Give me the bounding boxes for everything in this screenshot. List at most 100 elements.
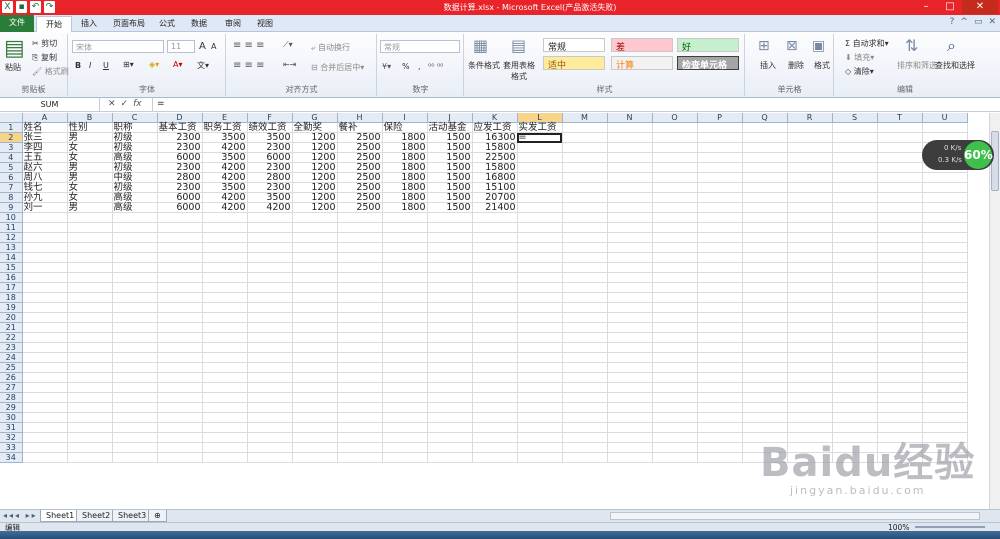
- cell[interactable]: 2500: [337, 192, 383, 203]
- row-header[interactable]: 27: [0, 382, 23, 393]
- cell[interactable]: [562, 192, 608, 203]
- cell[interactable]: [472, 272, 518, 283]
- cell[interactable]: [292, 252, 338, 263]
- column-header-T[interactable]: T: [877, 113, 923, 123]
- cell[interactable]: [517, 452, 563, 463]
- cell[interactable]: [247, 222, 293, 233]
- cell[interactable]: 1500: [427, 152, 473, 163]
- cell[interactable]: [742, 352, 788, 363]
- cell[interactable]: [697, 322, 743, 333]
- cell[interactable]: [607, 282, 653, 293]
- cell[interactable]: [877, 222, 923, 233]
- cell[interactable]: 1500: [427, 202, 473, 213]
- cell[interactable]: [247, 432, 293, 443]
- cell[interactable]: [652, 382, 698, 393]
- cell[interactable]: [742, 382, 788, 393]
- cell[interactable]: [877, 122, 923, 133]
- cell[interactable]: [562, 162, 608, 173]
- wrap-text-button[interactable]: ⤶ 自动换行: [311, 42, 350, 53]
- cell[interactable]: [22, 272, 68, 283]
- cell[interactable]: 男: [67, 172, 113, 183]
- cell[interactable]: [247, 392, 293, 403]
- cell[interactable]: [337, 212, 383, 223]
- cell[interactable]: [832, 282, 878, 293]
- help-icon[interactable]: ?: [950, 17, 955, 27]
- cell[interactable]: [832, 382, 878, 393]
- cell[interactable]: [157, 332, 203, 343]
- cell[interactable]: [157, 262, 203, 273]
- cell[interactable]: [832, 352, 878, 363]
- cell[interactable]: [607, 432, 653, 443]
- border-icon[interactable]: ⊞▾: [123, 60, 134, 69]
- cell[interactable]: [562, 242, 608, 253]
- sort-filter-icon[interactable]: ⇅: [905, 36, 918, 55]
- cell[interactable]: 2500: [337, 162, 383, 173]
- cell[interactable]: 1200: [292, 132, 338, 143]
- cell[interactable]: [877, 162, 923, 173]
- find-select-button[interactable]: 查找和选择: [935, 60, 975, 71]
- format-cells-button[interactable]: 格式: [814, 60, 830, 71]
- indent-icon[interactable]: ⇤⇥: [283, 60, 296, 69]
- cell[interactable]: [697, 312, 743, 323]
- cell[interactable]: [112, 282, 158, 293]
- tab-7[interactable]: 视图: [248, 16, 282, 32]
- cell[interactable]: [922, 382, 968, 393]
- cell[interactable]: [922, 282, 968, 293]
- cell[interactable]: [697, 272, 743, 283]
- cell[interactable]: [157, 252, 203, 263]
- cell[interactable]: [67, 242, 113, 253]
- cell[interactable]: [742, 412, 788, 423]
- cell[interactable]: [157, 382, 203, 393]
- cell[interactable]: 男: [67, 132, 113, 143]
- cell[interactable]: [562, 342, 608, 353]
- cell[interactable]: [112, 392, 158, 403]
- cell[interactable]: [787, 162, 833, 173]
- cell[interactable]: [607, 322, 653, 333]
- cell[interactable]: [742, 122, 788, 133]
- cell[interactable]: [832, 202, 878, 213]
- cell[interactable]: [922, 182, 968, 193]
- vertical-scrollbar[interactable]: [989, 113, 1000, 509]
- cell[interactable]: [22, 412, 68, 423]
- cell[interactable]: [652, 452, 698, 463]
- cell[interactable]: [22, 442, 68, 453]
- row-header[interactable]: 21: [0, 322, 23, 333]
- column-header-M[interactable]: M: [562, 113, 608, 123]
- cell[interactable]: 全勤奖: [292, 122, 338, 133]
- cell[interactable]: [607, 362, 653, 373]
- cell[interactable]: [607, 302, 653, 313]
- cell[interactable]: [607, 162, 653, 173]
- cell[interactable]: 1800: [382, 152, 428, 163]
- cell[interactable]: [202, 272, 248, 283]
- cell[interactable]: [742, 262, 788, 273]
- cell[interactable]: [337, 432, 383, 443]
- cell[interactable]: [922, 122, 968, 133]
- cell[interactable]: [742, 232, 788, 243]
- cell[interactable]: [877, 172, 923, 183]
- cell[interactable]: 1800: [382, 202, 428, 213]
- cell[interactable]: 3500: [247, 192, 293, 203]
- cell[interactable]: 3500: [247, 132, 293, 143]
- cell[interactable]: [607, 332, 653, 343]
- cell[interactable]: [247, 242, 293, 253]
- cell[interactable]: [202, 352, 248, 363]
- cell[interactable]: [832, 412, 878, 423]
- cell[interactable]: [607, 222, 653, 233]
- cell[interactable]: [652, 242, 698, 253]
- cell[interactable]: [652, 292, 698, 303]
- cell[interactable]: [787, 192, 833, 203]
- cell[interactable]: [877, 412, 923, 423]
- cell[interactable]: [652, 332, 698, 343]
- cell[interactable]: [832, 372, 878, 383]
- cell[interactable]: [202, 302, 248, 313]
- cell[interactable]: [112, 352, 158, 363]
- cell[interactable]: [607, 232, 653, 243]
- cell[interactable]: [562, 352, 608, 363]
- cell[interactable]: [742, 322, 788, 333]
- cell[interactable]: [517, 432, 563, 443]
- tab-1[interactable]: 开始: [36, 16, 72, 32]
- cell[interactable]: [472, 302, 518, 313]
- cell[interactable]: [562, 252, 608, 263]
- cell[interactable]: [472, 412, 518, 423]
- cell[interactable]: [832, 262, 878, 273]
